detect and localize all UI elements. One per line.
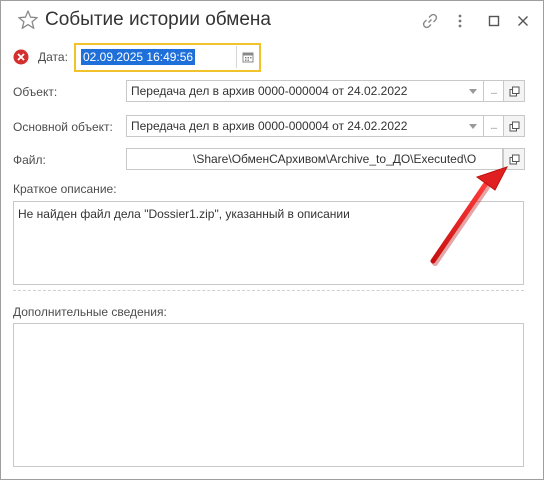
object-select-button[interactable]: ...	[484, 80, 504, 102]
chevron-down-icon	[468, 123, 477, 129]
short-description-textarea[interactable]: Не найден файл дела "Dossier1.zip", указ…	[13, 201, 524, 285]
file-label: Файл:	[13, 153, 46, 167]
file-open-button[interactable]	[503, 148, 525, 170]
divider	[13, 290, 524, 291]
error-icon	[13, 49, 29, 65]
open-window-icon	[509, 154, 519, 164]
date-input[interactable]: 02.09.2025 16:49:56	[78, 46, 236, 68]
object-value: Передача дел в архив 0000-000004 от 24.0…	[131, 84, 408, 98]
date-value: 02.09.2025 16:49:56	[81, 49, 196, 65]
object-field[interactable]: Передача дел в архив 0000-000004 от 24.0…	[126, 80, 463, 102]
link-icon[interactable]	[419, 10, 441, 32]
chevron-down-icon	[468, 88, 477, 94]
file-field[interactable]: \Share\ОбменСАрхивом\Archive_to_ДО\Execu…	[126, 148, 503, 170]
object-label: Объект:	[13, 85, 58, 99]
main-object-dropdown-button[interactable]	[462, 115, 484, 137]
more-icon[interactable]	[449, 10, 471, 32]
short-description-value: Не найден файл дела "Dossier1.zip", указ…	[18, 207, 350, 221]
additional-info-textarea[interactable]	[13, 323, 524, 467]
open-window-icon	[509, 121, 519, 131]
maximize-icon[interactable]	[483, 10, 505, 32]
date-label: Дата:	[38, 50, 68, 64]
main-object-select-button[interactable]: ...	[484, 115, 504, 137]
dialog-window: Событие истории обмена Дата: 02.09.2025 …	[0, 0, 544, 480]
close-icon[interactable]	[512, 10, 534, 32]
additional-info-label: Дополнительные сведения:	[13, 305, 167, 319]
page-title: Событие истории обмена	[45, 9, 271, 30]
short-description-label: Краткое описание:	[13, 182, 117, 196]
file-value: \Share\ОбменСАрхивом\Archive_to_ДО\Execu…	[193, 152, 477, 166]
calendar-button[interactable]	[236, 46, 258, 68]
object-open-button[interactable]	[503, 80, 525, 102]
main-object-field[interactable]: Передача дел в архив 0000-000004 от 24.0…	[126, 115, 463, 137]
main-object-label: Основной объект:	[13, 120, 113, 134]
main-object-value: Передача дел в архив 0000-000004 от 24.0…	[131, 119, 408, 133]
calendar-icon	[242, 52, 253, 63]
star-icon[interactable]	[17, 9, 39, 31]
main-object-open-button[interactable]	[503, 115, 525, 137]
open-window-icon	[509, 86, 519, 96]
object-dropdown-button[interactable]	[462, 80, 484, 102]
